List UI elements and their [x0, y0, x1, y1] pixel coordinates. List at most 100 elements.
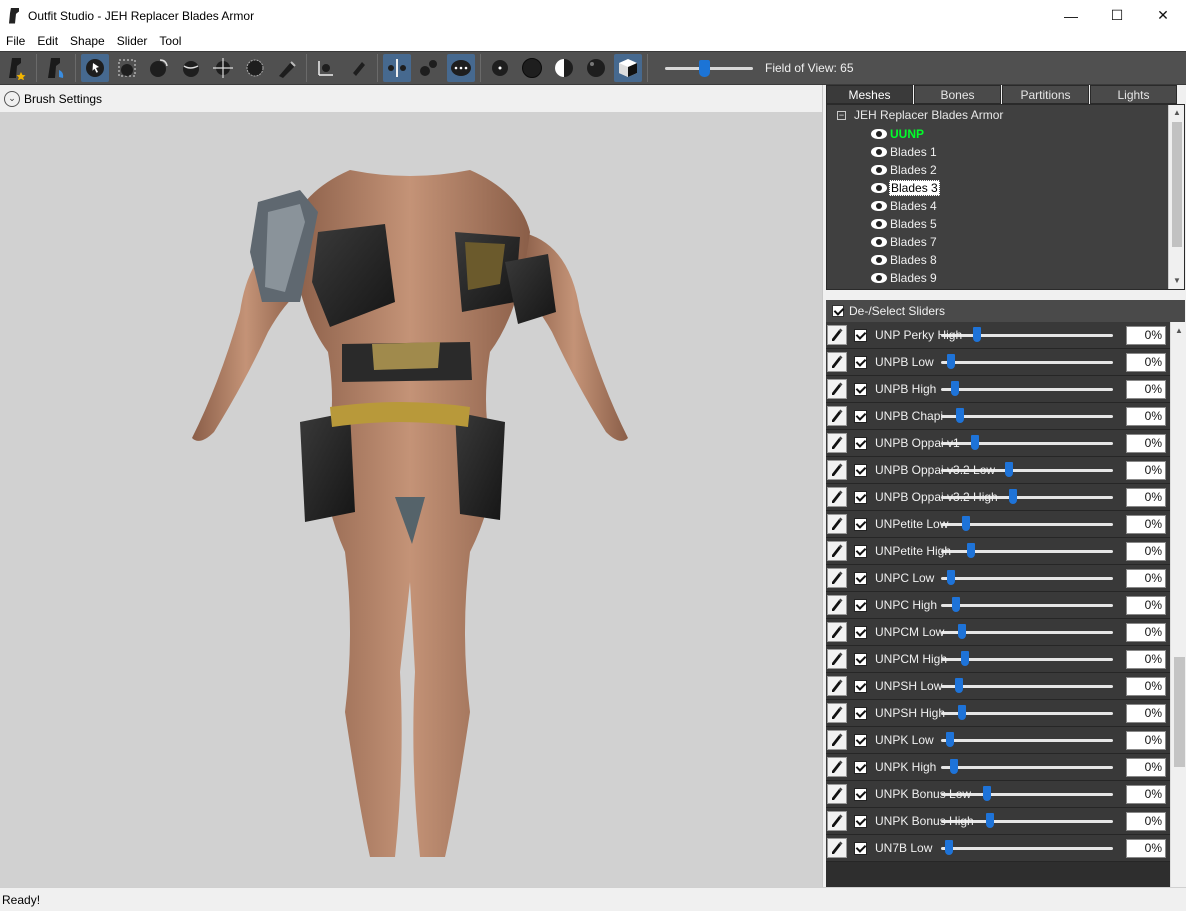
edit-slider-pencil-icon[interactable] — [827, 460, 847, 480]
edit-slider-pencil-icon[interactable] — [827, 649, 847, 669]
minimize-button[interactable]: — — [1048, 0, 1094, 31]
collapse-icon[interactable]: − — [837, 110, 846, 120]
edit-slider-pencil-icon[interactable] — [827, 406, 847, 426]
load-outfit-button[interactable] — [42, 54, 70, 82]
slider-thumb[interactable] — [947, 570, 955, 585]
slider-checkbox[interactable] — [854, 409, 867, 423]
slider-value-input[interactable]: 0% — [1126, 569, 1166, 588]
scroll-up-icon[interactable]: ▲ — [1169, 105, 1184, 121]
slider-control[interactable] — [941, 538, 1113, 565]
slider-thumb[interactable] — [945, 840, 953, 855]
slider-value-input[interactable]: 0% — [1126, 515, 1166, 534]
slider-row[interactable]: UN7B Low 0% — [826, 835, 1170, 862]
maximize-button[interactable]: ☐ — [1094, 0, 1140, 31]
slider-thumb[interactable] — [952, 597, 960, 612]
slider-value-input[interactable]: 0% — [1126, 650, 1166, 669]
toggle-textures-button[interactable] — [582, 54, 610, 82]
slider-thumb[interactable] — [986, 813, 994, 828]
tab-meshes[interactable]: Meshes — [826, 85, 913, 104]
slider-thumb[interactable] — [956, 408, 964, 423]
mesh-item-blades-5[interactable]: Blades 5 — [871, 215, 938, 233]
slider-checkbox[interactable] — [854, 598, 867, 612]
slider-checkbox[interactable] — [854, 679, 867, 693]
slider-checkbox[interactable] — [854, 841, 867, 855]
slider-checkbox[interactable] — [854, 706, 867, 720]
weight-brush-button[interactable] — [273, 54, 301, 82]
eye-icon[interactable] — [871, 255, 887, 265]
slider-value-input[interactable]: 0% — [1126, 326, 1166, 345]
slider-control[interactable] — [941, 430, 1113, 457]
mask-brush-button[interactable] — [113, 54, 141, 82]
slider-value-input[interactable]: 0% — [1126, 542, 1166, 561]
slider-checkbox[interactable] — [854, 652, 867, 666]
edit-slider-pencil-icon[interactable] — [827, 784, 847, 804]
mesh-item-blades-4[interactable]: Blades 4 — [871, 197, 938, 215]
edit-slider-pencil-icon[interactable] — [827, 379, 847, 399]
slider-thumb[interactable] — [983, 786, 991, 801]
slider-row[interactable]: UNPCM High 0% — [826, 646, 1170, 673]
slider-row[interactable]: UNPK Bonus Low 0% — [826, 781, 1170, 808]
slider-checkbox[interactable] — [854, 787, 867, 801]
mesh-item-uunp[interactable]: UUNP — [871, 125, 925, 143]
mesh-item-blades-1[interactable]: Blades 1 — [871, 143, 938, 161]
slider-checkbox[interactable] — [854, 382, 867, 396]
slider-control[interactable] — [941, 754, 1113, 781]
eye-icon[interactable] — [871, 201, 887, 211]
slider-checkbox[interactable] — [854, 544, 867, 558]
slider-thumb[interactable] — [958, 624, 966, 639]
load-reference-button[interactable] — [3, 54, 31, 82]
edit-slider-pencil-icon[interactable] — [827, 325, 847, 345]
brush-settings-label[interactable]: Brush Settings — [24, 92, 102, 106]
mesh-tree[interactable]: − JEH Replacer Blades Armor UUNP Blades … — [826, 104, 1185, 290]
slider-value-input[interactable]: 0% — [1126, 812, 1166, 831]
menu-file[interactable]: File — [0, 34, 31, 48]
scroll-down-icon[interactable]: ▼ — [1169, 273, 1184, 289]
menu-tool[interactable]: Tool — [153, 34, 187, 48]
slider-checkbox[interactable] — [854, 760, 867, 774]
slider-row[interactable]: UNPB Oppai v1 0% — [826, 430, 1170, 457]
slider-row[interactable]: UNPetite High 0% — [826, 538, 1170, 565]
slider-value-input[interactable]: 0% — [1126, 434, 1166, 453]
slider-control[interactable] — [941, 349, 1113, 376]
transform-button[interactable] — [312, 54, 340, 82]
slider-row[interactable]: UNPSH High 0% — [826, 700, 1170, 727]
slider-control[interactable] — [941, 511, 1113, 538]
tree-scroll-thumb[interactable] — [1172, 122, 1182, 247]
slider-row[interactable]: UNPK Low 0% — [826, 727, 1170, 754]
slider-value-input[interactable]: 0% — [1126, 785, 1166, 804]
slider-row[interactable]: UNP Perky High 0% — [826, 322, 1170, 349]
menu-shape[interactable]: Shape — [64, 34, 111, 48]
edit-slider-pencil-icon[interactable] — [827, 433, 847, 453]
slider-row[interactable]: UNPetite Low 0% — [826, 511, 1170, 538]
slider-value-input[interactable]: 0% — [1126, 677, 1166, 696]
slider-row[interactable]: UNPB Low 0% — [826, 349, 1170, 376]
3d-viewport[interactable] — [0, 112, 822, 887]
edit-slider-pencil-icon[interactable] — [827, 568, 847, 588]
slider-checkbox[interactable] — [854, 436, 867, 450]
slider-scroll-thumb[interactable] — [1174, 657, 1185, 767]
slider-value-input[interactable]: 0% — [1126, 380, 1166, 399]
mesh-item-blades-7[interactable]: Blades 7 — [871, 233, 938, 251]
slider-thumb[interactable] — [971, 435, 979, 450]
eye-icon[interactable] — [871, 129, 887, 139]
edit-slider-pencil-icon[interactable] — [827, 757, 847, 777]
slider-checkbox[interactable] — [854, 625, 867, 639]
edit-slider-pencil-icon[interactable] — [827, 811, 847, 831]
inflate-brush-button[interactable] — [145, 54, 173, 82]
tree-scrollbar[interactable]: ▲ ▼ — [1168, 105, 1184, 289]
connected-only-button[interactable] — [415, 54, 443, 82]
slider-control[interactable] — [941, 727, 1113, 754]
slider-control[interactable] — [941, 322, 1113, 349]
slider-checkbox[interactable] — [854, 814, 867, 828]
mesh-item-blades-8[interactable]: Blades 8 — [871, 251, 938, 269]
slider-value-input[interactable]: 0% — [1126, 407, 1166, 426]
slider-list-scrollbar[interactable]: ▲ — [1170, 322, 1186, 887]
slider-thumb[interactable] — [946, 732, 954, 747]
eye-icon[interactable] — [871, 183, 887, 193]
edit-slider-pencil-icon[interactable] — [827, 352, 847, 372]
edit-slider-pencil-icon[interactable] — [827, 676, 847, 696]
slider-thumb[interactable] — [1005, 462, 1013, 477]
select-brush-button[interactable] — [81, 54, 109, 82]
deflate-brush-button[interactable] — [177, 54, 205, 82]
slider-value-input[interactable]: 0% — [1126, 353, 1166, 372]
